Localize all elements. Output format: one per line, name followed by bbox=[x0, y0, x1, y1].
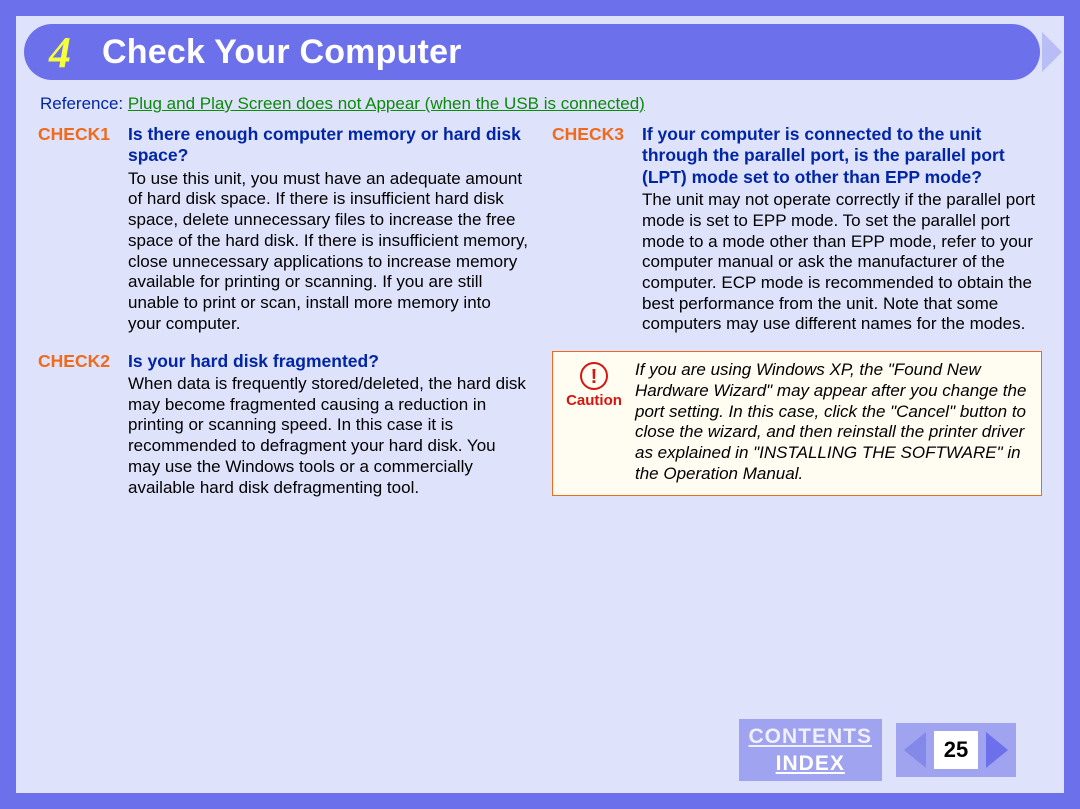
reference-label: Reference: bbox=[40, 94, 123, 113]
chapter-title: Check Your Computer bbox=[102, 33, 462, 72]
footer-nav: CONTENTS INDEX 25 bbox=[739, 719, 1017, 781]
check1-block: CHECK1 Is there enough computer memory o… bbox=[38, 124, 528, 335]
caution-box: ! Caution If you are using Windows XP, t… bbox=[552, 351, 1042, 495]
check1-question: Is there enough computer memory or hard … bbox=[128, 124, 528, 167]
check3-block: CHECK3 If your computer is connected to … bbox=[552, 124, 1042, 335]
check3-question: If your computer is connected to the uni… bbox=[642, 124, 1042, 188]
check2-question: Is your hard disk fragmented? bbox=[128, 351, 379, 372]
page-frame: 4 Check Your Computer Reference: Plug an… bbox=[0, 0, 1080, 809]
caution-badge: ! Caution bbox=[563, 360, 625, 484]
reference-line: Reference: Plug and Play Screen does not… bbox=[16, 80, 1064, 118]
paginator: 25 bbox=[896, 723, 1016, 777]
contents-button[interactable]: CONTENTS bbox=[749, 725, 873, 748]
content-columns: CHECK1 Is there enough computer memory o… bbox=[16, 118, 1064, 514]
check2-label: CHECK2 bbox=[38, 351, 128, 372]
caution-label: Caution bbox=[563, 392, 625, 409]
prev-page-arrow-icon[interactable] bbox=[904, 732, 926, 768]
check1-label: CHECK1 bbox=[38, 124, 128, 167]
check3-label: CHECK3 bbox=[552, 124, 642, 188]
header-arrow-icon bbox=[1042, 32, 1062, 72]
right-column: CHECK3 If your computer is connected to … bbox=[552, 124, 1042, 514]
check2-body: When data is frequently stored/deleted, … bbox=[38, 374, 528, 498]
nav-buttons: CONTENTS INDEX bbox=[739, 719, 883, 781]
check3-body: The unit may not operate correctly if th… bbox=[552, 190, 1042, 335]
index-button[interactable]: INDEX bbox=[776, 752, 845, 775]
reference-link[interactable]: Plug and Play Screen does not Appear (wh… bbox=[128, 94, 645, 113]
check1-body: To use this unit, you must have an adequ… bbox=[38, 169, 528, 335]
chapter-header: 4 Check Your Computer bbox=[24, 24, 1040, 80]
caution-body: If you are using Windows XP, the "Found … bbox=[635, 360, 1027, 484]
chapter-number-badge: 4 bbox=[32, 24, 88, 80]
caution-icon: ! bbox=[580, 362, 608, 390]
check2-block: CHECK2 Is your hard disk fragmented? Whe… bbox=[38, 351, 528, 499]
left-column: CHECK1 Is there enough computer memory o… bbox=[38, 124, 528, 514]
page-number: 25 bbox=[934, 731, 978, 769]
next-page-arrow-icon[interactable] bbox=[986, 732, 1008, 768]
